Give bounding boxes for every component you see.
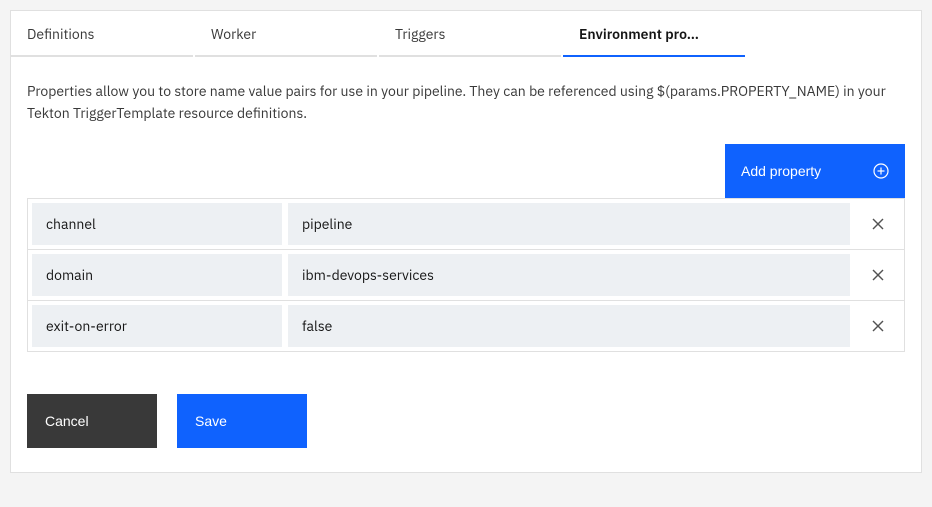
form-actions: Cancel Save xyxy=(27,394,905,448)
tab-worker[interactable]: Worker xyxy=(195,13,377,57)
property-key-field[interactable]: channel xyxy=(32,203,282,245)
delete-property-button[interactable] xyxy=(856,305,900,347)
close-icon xyxy=(871,217,885,231)
tab-definitions[interactable]: Definitions xyxy=(11,13,193,57)
property-key-field[interactable]: domain xyxy=(32,254,282,296)
property-row: exit-on-error false xyxy=(28,300,904,351)
property-row: domain ibm-devops-services xyxy=(28,249,904,300)
close-icon xyxy=(871,268,885,282)
tab-content: Properties allow you to store name value… xyxy=(11,57,921,472)
tab-triggers[interactable]: Triggers xyxy=(379,13,561,57)
property-value-field[interactable]: ibm-devops-services xyxy=(288,254,850,296)
tab-environment-properties[interactable]: Environment pro… xyxy=(563,13,745,57)
delete-property-button[interactable] xyxy=(856,254,900,296)
add-property-row: Add property xyxy=(27,144,905,198)
property-row: channel pipeline xyxy=(28,198,904,249)
environment-properties-panel: Definitions Worker Triggers Environment … xyxy=(10,10,922,473)
delete-property-button[interactable] xyxy=(856,203,900,245)
close-icon xyxy=(871,319,885,333)
properties-table: channel pipeline domain ibm-devops-servi… xyxy=(27,198,905,352)
property-value-field[interactable]: pipeline xyxy=(288,203,850,245)
save-button[interactable]: Save xyxy=(177,394,307,448)
description-text: Properties allow you to store name value… xyxy=(27,81,905,124)
tabs: Definitions Worker Triggers Environment … xyxy=(11,11,921,57)
add-property-label: Add property xyxy=(741,163,821,179)
cancel-button[interactable]: Cancel xyxy=(27,394,157,448)
property-key-field[interactable]: exit-on-error xyxy=(32,305,282,347)
add-icon xyxy=(873,163,889,179)
add-property-button[interactable]: Add property xyxy=(725,144,905,198)
property-value-field[interactable]: false xyxy=(288,305,850,347)
